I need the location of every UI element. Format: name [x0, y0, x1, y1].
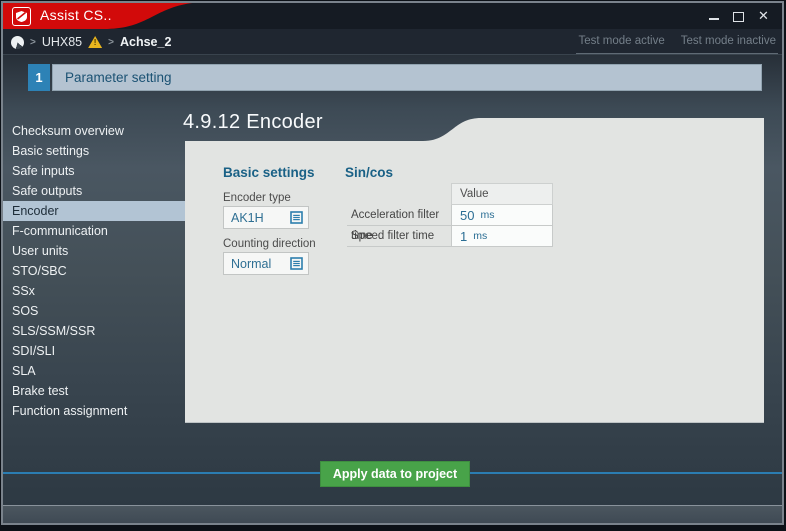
breadcrumb: > UHX85 ! > Achse_2: [11, 29, 171, 55]
acceleration-filter-time-unit: ms: [480, 209, 495, 221]
test-mode-links: Test mode active Test mode inactive: [576, 29, 778, 54]
breadcrumb-bar: > UHX85 ! > Achse_2 Test mode active Tes…: [2, 29, 784, 55]
status-bar: [2, 505, 783, 524]
encoder-panel: Basic settings Encoder type AK1H Countin…: [185, 141, 764, 422]
breadcrumb-device[interactable]: UHX85: [42, 35, 82, 49]
close-button[interactable]: ✕: [757, 9, 770, 22]
step-number-badge: 1: [28, 64, 50, 91]
apply-data-button[interactable]: Apply data to project: [320, 461, 470, 487]
acceleration-filter-time-value: 50: [460, 207, 475, 223]
encoder-type-label: Encoder type: [223, 192, 291, 204]
speed-filter-time-unit: ms: [473, 230, 488, 242]
sidebar-item-sls-ssm-ssr[interactable]: SLS/SSM/SSR: [2, 321, 185, 341]
sidebar-item-safe-outputs[interactable]: Safe outputs: [2, 181, 185, 201]
application-window: Assist CS.. ✕ > UHX85 ! > Achse_2 Test m…: [0, 0, 786, 531]
speed-filter-time-label: Speed filter time: [347, 226, 451, 247]
basic-settings-heading: Basic settings: [223, 165, 315, 180]
breadcrumb-chevron-icon: >: [30, 36, 36, 48]
breadcrumb-chevron-icon: >: [108, 36, 114, 48]
project-scope-icon: [11, 35, 24, 49]
sincos-heading: Sin/cos: [345, 165, 394, 180]
sidebar-item-sos[interactable]: SOS: [2, 301, 185, 321]
page-title: 4.9.12 Encoder: [183, 111, 323, 133]
sidebar-item-sdi-sli[interactable]: SDI/SLI: [2, 341, 185, 361]
encoder-type-dropdown[interactable]: AK1H: [223, 206, 309, 229]
sidebar-item-sla[interactable]: SLA: [2, 361, 185, 381]
maximize-button[interactable]: [732, 9, 745, 22]
counting-direction-label: Counting direction: [223, 238, 316, 250]
sidebar-item-sto-sbc[interactable]: STO/SBC: [2, 261, 185, 281]
warning-icon: !: [88, 36, 103, 48]
test-mode-inactive-link[interactable]: Test mode inactive: [681, 35, 776, 47]
title-bar: Assist CS.. ✕: [2, 2, 784, 29]
value-column-header: Value: [451, 183, 553, 205]
table-row: Speed filter time 1 ms: [347, 226, 553, 247]
acceleration-filter-time-label: Acceleration filter time: [347, 205, 451, 242]
sidebar-item-f-communication[interactable]: F-communication: [2, 221, 185, 241]
dropdown-list-icon[interactable]: [290, 257, 303, 270]
sincos-table: Value Acceleration filter time 50 ms Spe…: [347, 183, 553, 247]
table-header-spacer: [347, 183, 451, 205]
acceleration-filter-time-field[interactable]: 50 ms: [451, 205, 553, 226]
sidebar-nav: Checksum overview Basic settings Safe in…: [2, 121, 185, 421]
sidebar-item-function-assignment[interactable]: Function assignment: [2, 401, 185, 421]
sidebar-item-basic-settings[interactable]: Basic settings: [2, 141, 185, 161]
sidebar-item-safe-inputs[interactable]: Safe inputs: [2, 161, 185, 181]
dropdown-list-icon[interactable]: [290, 211, 303, 224]
counting-direction-dropdown[interactable]: Normal: [223, 252, 309, 275]
counting-direction-value: Normal: [231, 256, 272, 271]
window-controls: ✕: [707, 2, 770, 29]
sidebar-item-checksum-overview[interactable]: Checksum overview: [2, 121, 185, 141]
main-area: 1 Parameter setting Checksum overview Ba…: [2, 55, 784, 505]
sidebar-item-user-units[interactable]: User units: [2, 241, 185, 261]
table-header-row: Value: [347, 183, 553, 205]
encoder-type-value: AK1H: [231, 210, 264, 225]
step-parameter-setting-bar[interactable]: Parameter setting: [52, 64, 762, 91]
speed-filter-time-field[interactable]: 1 ms: [451, 226, 553, 247]
table-row: Acceleration filter time 50 ms: [347, 205, 553, 242]
speed-filter-time-value: 1: [460, 228, 468, 244]
step-label: Parameter setting: [65, 70, 172, 85]
sidebar-item-ssx[interactable]: SSx: [2, 281, 185, 301]
breadcrumb-axis[interactable]: Achse_2: [120, 35, 171, 49]
sidebar-item-brake-test[interactable]: Brake test: [2, 381, 185, 401]
app-title: Assist CS..: [40, 7, 112, 23]
safety-shield-logo-icon: [12, 7, 31, 26]
sidebar-item-encoder[interactable]: Encoder: [2, 201, 185, 221]
test-mode-active-link[interactable]: Test mode active: [578, 35, 664, 47]
minimize-button[interactable]: [707, 9, 720, 22]
